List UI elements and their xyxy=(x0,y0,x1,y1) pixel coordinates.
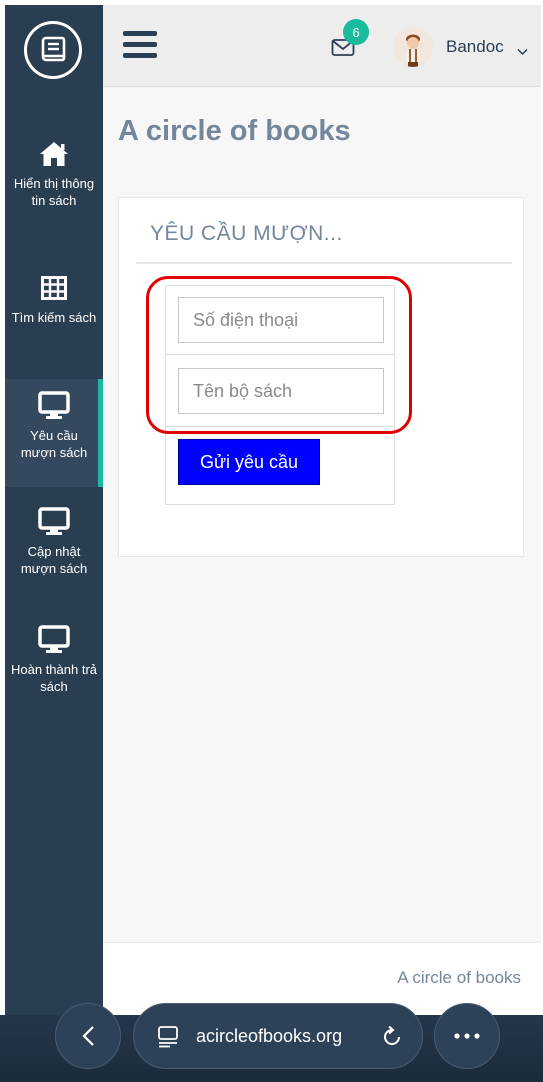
sidebar-item-label: Cập nhật mượn sách xyxy=(20,544,88,576)
reload-icon[interactable] xyxy=(380,1024,404,1053)
url-text[interactable]: acircleofbooks.org xyxy=(196,1026,342,1047)
sidebar-item-label: Hoàn thành trả sách xyxy=(11,662,98,694)
more-options-button[interactable] xyxy=(434,1003,500,1069)
user-name[interactable]: Bandoc xyxy=(446,37,504,57)
menu-toggle-icon[interactable] xyxy=(123,31,159,63)
sidebar-item-update-borrow[interactable]: Cập nhật mượn sách xyxy=(5,505,103,605)
browser-toolbar: acircleofbooks.org xyxy=(0,1003,543,1082)
sidebar-item-label: Yêu cầu mượn sách xyxy=(20,428,88,460)
footer-text: A circle of books xyxy=(397,968,521,987)
sidebar-item-borrow-request[interactable]: Yêu cầu mượn sách xyxy=(5,379,103,487)
book-logo-icon[interactable] xyxy=(24,21,82,79)
tab-overview-icon[interactable] xyxy=(156,1024,180,1053)
desktop-icon xyxy=(38,505,70,539)
desktop-icon xyxy=(38,623,70,657)
home-icon xyxy=(38,137,70,171)
sidebar-item-show-books[interactable]: Hiển thị thông tin sách xyxy=(5,137,103,247)
top-nav: 6 Bandoc xyxy=(103,5,541,87)
sidebar-item-label: Hiển thị thông tin sách xyxy=(13,176,95,208)
submit-request-button[interactable]: Gửi yêu cầu xyxy=(178,439,320,485)
chevron-left-icon xyxy=(82,1026,94,1046)
sidebar-item-label: Tìm kiếm sách xyxy=(11,310,97,325)
address-bar[interactable]: acircleofbooks.org xyxy=(133,1003,423,1069)
avatar[interactable] xyxy=(393,27,433,67)
sidebar-item-complete-return[interactable]: Hoàn thành trả sách xyxy=(5,623,103,723)
desktop-icon xyxy=(38,389,70,423)
notification-badge[interactable]: 6 xyxy=(343,19,369,45)
table-icon xyxy=(41,271,67,305)
highlight-annotation xyxy=(146,276,412,434)
sidebar-item-search-books[interactable]: Tìm kiếm sách xyxy=(5,271,103,361)
main-content: A circle of books YÊU CẦU MƯỢN... Gửi yê… xyxy=(103,87,541,942)
app-root: Hiển thị thông tin sách Tìm kiếm sách Yê… xyxy=(0,0,543,1082)
panel-title: YÊU CẦU MƯỢN... xyxy=(150,222,343,245)
divider xyxy=(136,262,512,264)
page-title: A circle of books xyxy=(118,115,351,147)
back-button[interactable] xyxy=(55,1003,121,1069)
sidebar: Hiển thị thông tin sách Tìm kiếm sách Yê… xyxy=(5,5,103,1015)
chevron-down-icon[interactable] xyxy=(517,43,528,61)
ellipsis-icon xyxy=(454,1033,480,1039)
